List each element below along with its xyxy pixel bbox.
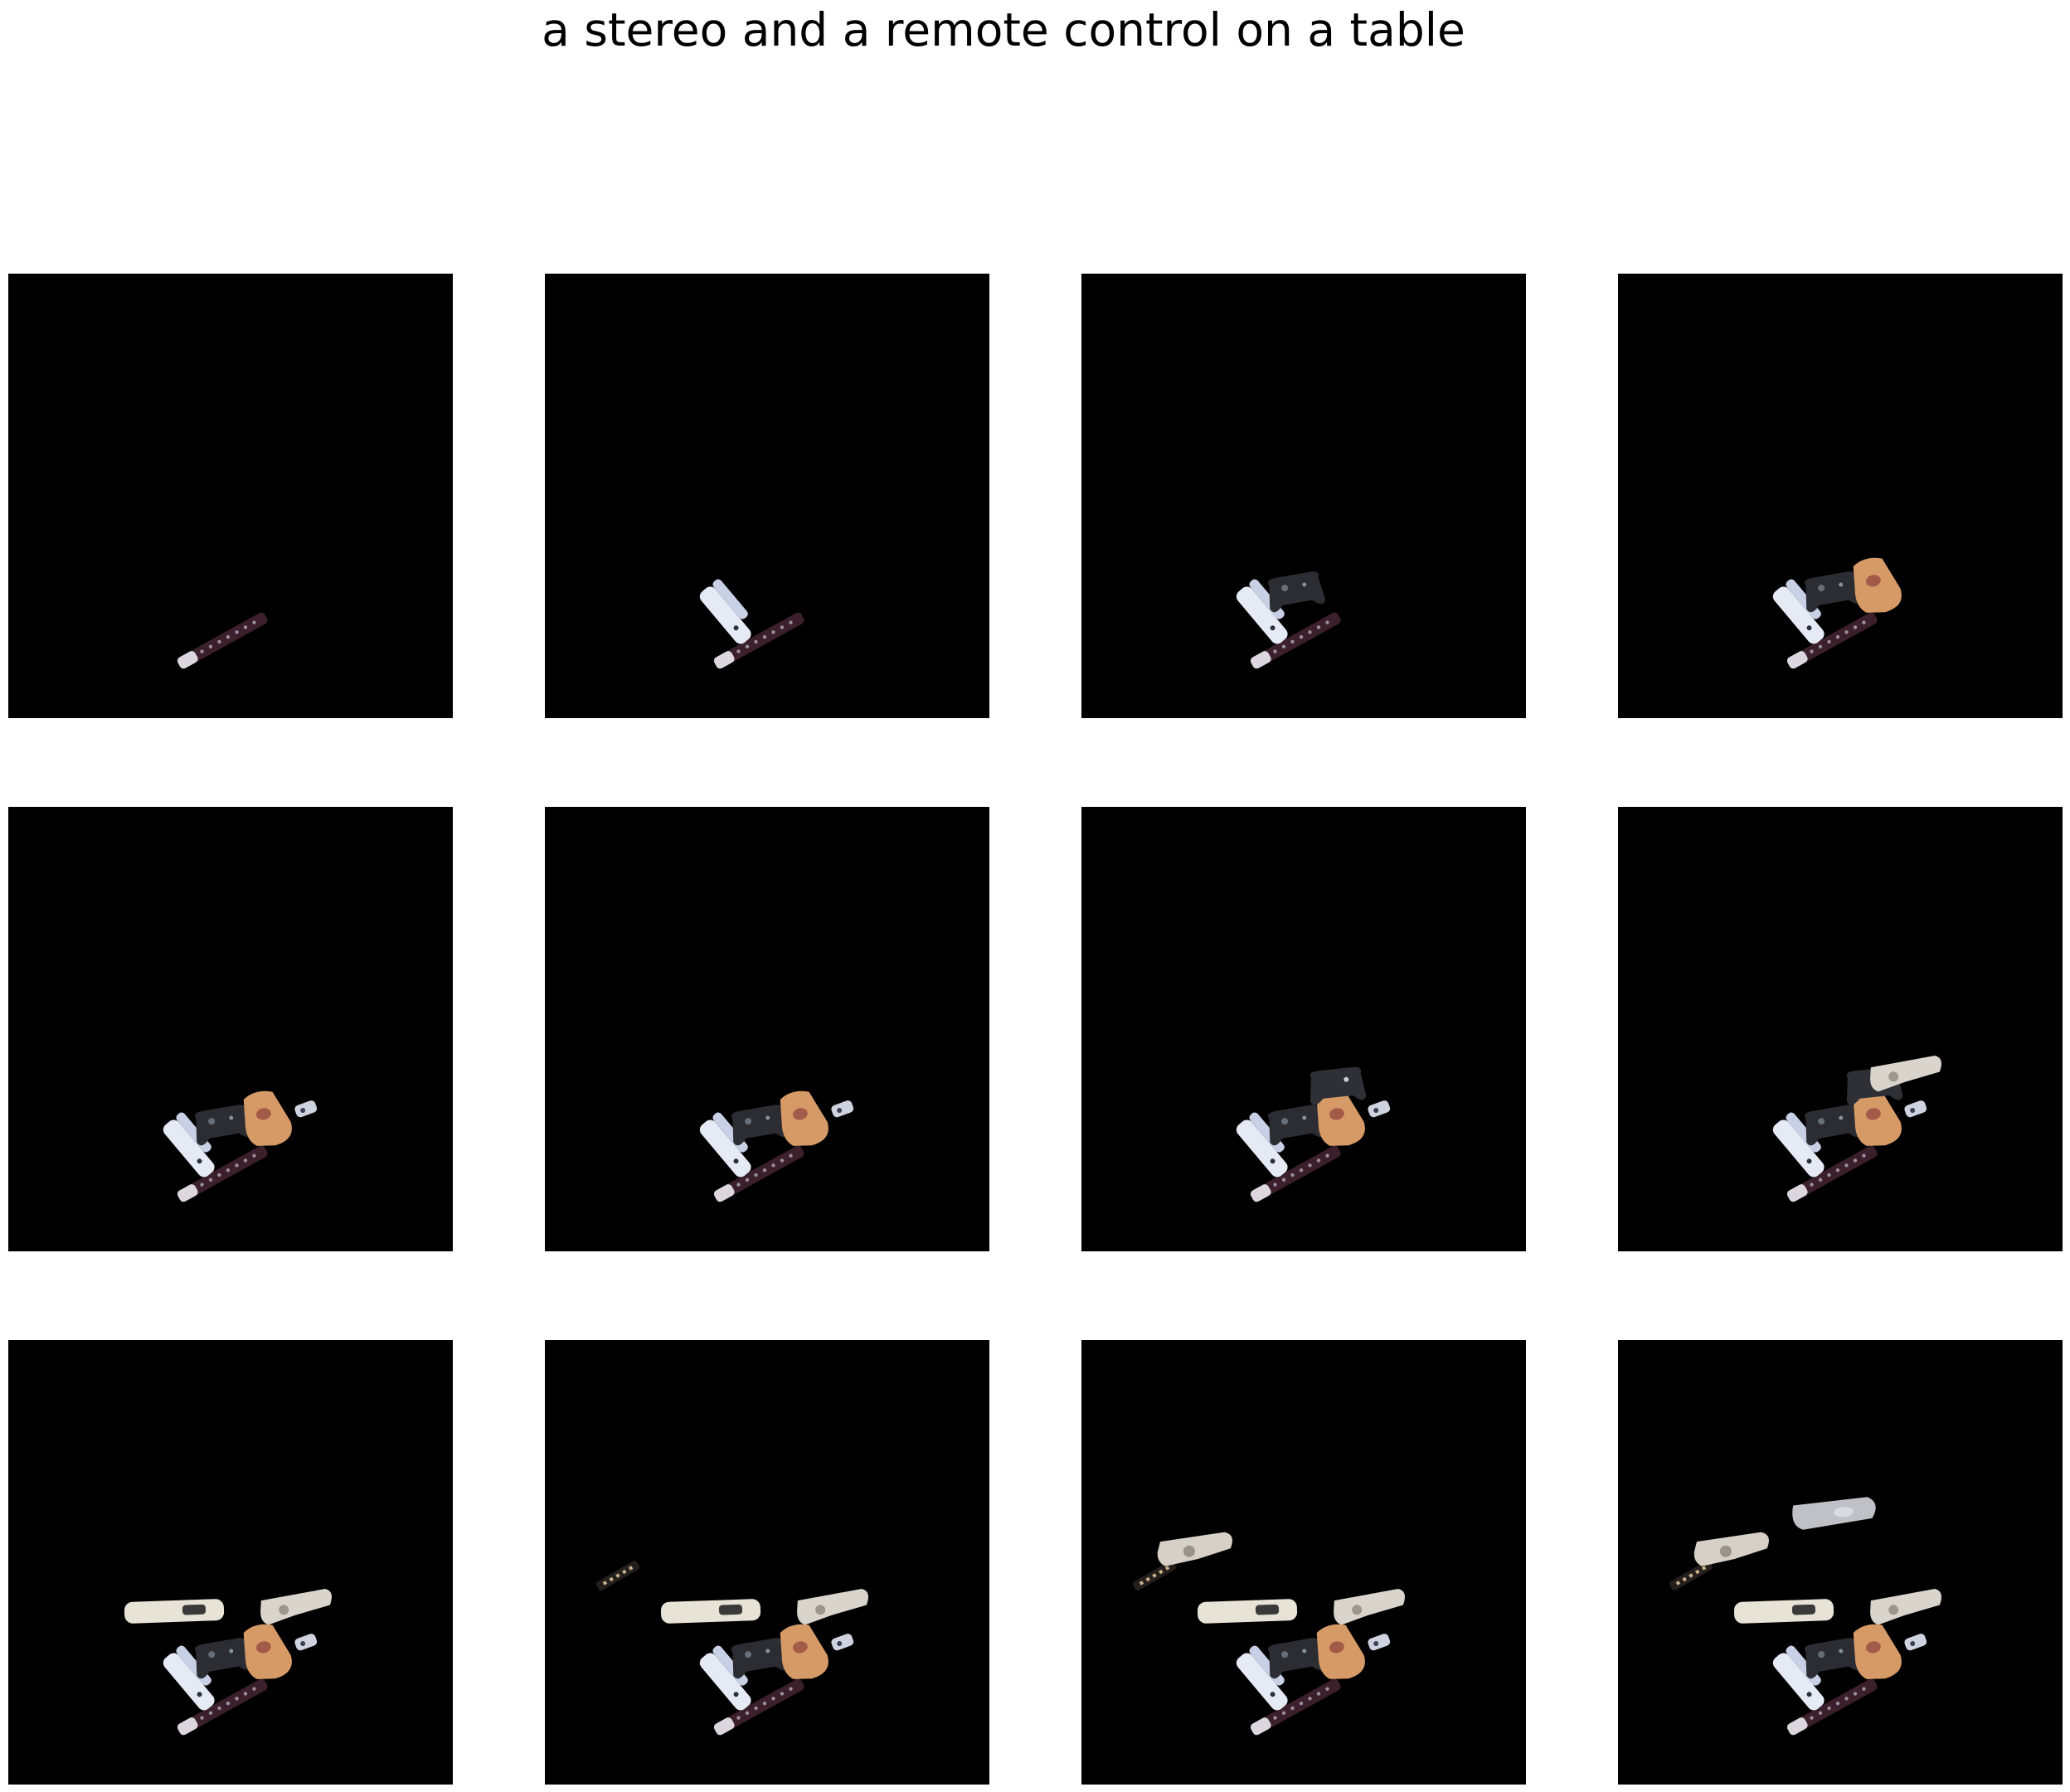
small-device-object — [831, 1100, 854, 1118]
stereo-body — [797, 1589, 868, 1625]
beige-stereo-object — [260, 1589, 332, 1625]
small-device-object — [831, 1634, 854, 1651]
controller-body — [1267, 571, 1326, 613]
panel-scene — [124, 1589, 332, 1736]
beige-stereo-object — [797, 1589, 868, 1625]
game-controller-object — [1804, 1638, 1863, 1679]
image-panel-8 — [1618, 807, 2063, 1251]
game-controller-object — [1804, 571, 1863, 613]
game-controller-object — [194, 1105, 253, 1146]
stereo-body — [1197, 1599, 1298, 1624]
device-body — [831, 1634, 854, 1651]
long-white-stereo-object — [1197, 1599, 1298, 1624]
stereo-body — [1157, 1532, 1232, 1566]
controller-body — [1267, 1105, 1326, 1146]
image-panel-4 — [1618, 274, 2063, 718]
beige-stereo-object — [1870, 1056, 1941, 1092]
small-device-object — [294, 1634, 318, 1651]
device-body — [1904, 1100, 1927, 1118]
stereo-body — [260, 1589, 332, 1625]
beige-stereo-object — [1334, 1589, 1405, 1625]
image-panel-11 — [1081, 1340, 1526, 1785]
panel-scene — [1772, 557, 1902, 669]
image-panel-2 — [545, 274, 989, 718]
controller-body — [1804, 1638, 1863, 1679]
white-remote-object — [699, 579, 751, 644]
panel-scene — [1236, 1066, 1391, 1202]
device-body — [294, 1100, 318, 1118]
panel-scene — [1669, 1497, 1941, 1736]
device-body — [294, 1634, 318, 1651]
image-panel-9 — [8, 1340, 453, 1785]
image-panel-6 — [545, 807, 989, 1251]
device-body — [1904, 1634, 1927, 1651]
stereo-panel — [718, 1604, 743, 1615]
game-controller-object — [1267, 1105, 1326, 1146]
device-body — [831, 1100, 854, 1118]
long-white-stereo-object — [1733, 1599, 1834, 1624]
controller-body — [731, 1638, 790, 1679]
tan-speaker-object — [243, 1090, 292, 1146]
tan-speaker-object — [243, 1624, 292, 1679]
small-device-object — [1368, 1634, 1391, 1651]
device-body — [1368, 1100, 1391, 1118]
game-controller-object — [1267, 571, 1326, 613]
panel-scene — [595, 1560, 868, 1736]
long-white-stereo-object — [660, 1599, 761, 1624]
stereo-panel — [1255, 1604, 1280, 1615]
remote-control-object — [177, 612, 268, 669]
panel-scene — [699, 579, 804, 669]
panel-scene — [1132, 1532, 1405, 1736]
tan-speaker-object — [780, 1090, 828, 1146]
device-body — [1368, 1634, 1391, 1651]
game-controller-object — [731, 1638, 790, 1679]
small-device-object — [1904, 1100, 1927, 1118]
stereo-body — [1870, 1589, 1941, 1625]
stereo-panel — [182, 1604, 207, 1615]
stereo-body — [660, 1599, 761, 1624]
tan-speaker-object — [1316, 1624, 1365, 1679]
game-controller-object — [1804, 1105, 1863, 1146]
game-controller-object — [194, 1638, 253, 1679]
small-device-object — [1368, 1100, 1391, 1118]
small-dark-remote-object — [595, 1560, 640, 1591]
image-panel-10 — [545, 1340, 989, 1785]
stereo-body — [1733, 1599, 1834, 1624]
left-beige-stereo-object — [1693, 1532, 1769, 1566]
panel-scene — [699, 1090, 854, 1202]
panel-scene — [177, 612, 268, 669]
controller-body — [1267, 1638, 1326, 1679]
gray-stereo-top-object — [1792, 1497, 1876, 1530]
controller-body — [194, 1105, 253, 1146]
controller-body — [731, 1105, 790, 1146]
game-controller-object — [1267, 1638, 1326, 1679]
stereo-panel — [1791, 1604, 1816, 1615]
panel-scene — [1772, 1056, 1941, 1202]
figure-title: a stereo and a remote control on a table — [542, 3, 1465, 56]
image-panel-12 — [1618, 1340, 2063, 1785]
tan-speaker-object — [1853, 557, 1902, 613]
left-beige-stereo-object — [1157, 1532, 1232, 1566]
small-device-object — [1904, 1634, 1927, 1651]
stereo-body — [1334, 1589, 1405, 1625]
beige-stereo-object — [1870, 1589, 1941, 1625]
game-controller-object — [731, 1105, 790, 1146]
stereo-body — [124, 1599, 225, 1624]
long-white-stereo-object — [124, 1599, 225, 1624]
tan-speaker-object — [780, 1624, 828, 1679]
controller-body — [194, 1638, 253, 1679]
small-device-object — [294, 1100, 318, 1118]
image-panel-5 — [8, 807, 453, 1251]
panel-scene — [1236, 571, 1341, 669]
controller-body — [1804, 1105, 1863, 1146]
tan-speaker-object — [1853, 1624, 1902, 1679]
stereo-body — [1693, 1532, 1769, 1566]
panel-scene — [163, 1090, 318, 1202]
image-panel-3 — [1081, 274, 1526, 718]
stereo-body — [1870, 1056, 1941, 1092]
image-panel-1 — [8, 274, 453, 718]
image-panel-7 — [1081, 807, 1526, 1251]
controller-body — [1804, 571, 1863, 613]
